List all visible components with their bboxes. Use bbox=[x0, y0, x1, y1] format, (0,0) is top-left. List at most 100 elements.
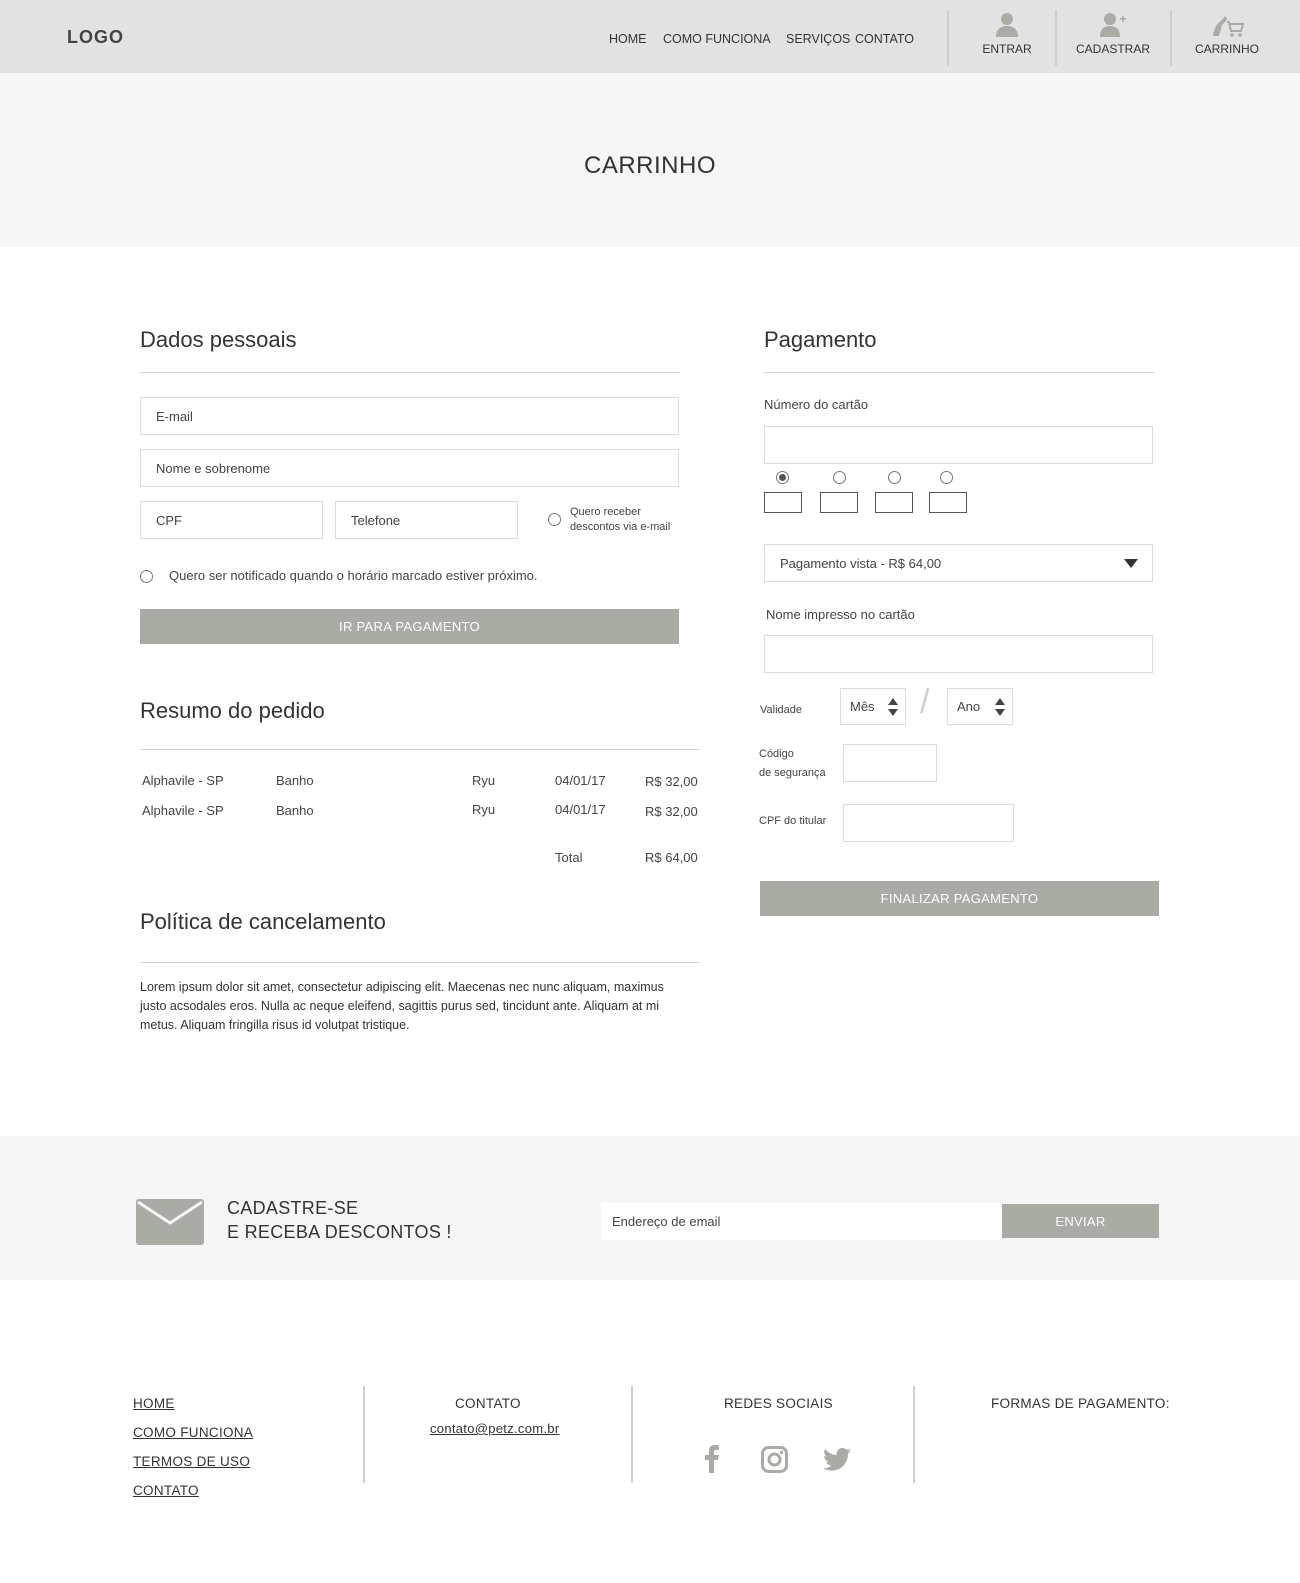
pet-cart-icon bbox=[1213, 16, 1244, 37]
cadastrar-button[interactable]: CADASTRAR bbox=[1063, 12, 1163, 62]
footer-divider bbox=[363, 1386, 365, 1483]
politica-title: Política de cancelamento bbox=[140, 909, 386, 934]
cpf-titular-input[interactable] bbox=[843, 804, 1014, 842]
dados-pessoais-title: Dados pessoais bbox=[140, 327, 297, 352]
ano-select[interactable]: Ano bbox=[947, 688, 1013, 725]
stepper-arrows-icon bbox=[995, 698, 1005, 716]
row-local: Alphavile - SP bbox=[142, 773, 224, 788]
facebook-icon[interactable] bbox=[703, 1445, 721, 1473]
row-valor: R$ 32,00 bbox=[645, 804, 698, 819]
enviar-button[interactable]: ENVIAR bbox=[1002, 1204, 1159, 1238]
carrinho-button[interactable]: CARRINHO bbox=[1177, 12, 1277, 62]
footer-divider bbox=[913, 1386, 915, 1483]
nome-cartao-input[interactable] bbox=[764, 635, 1153, 673]
codigo-label: Código de segurança bbox=[759, 745, 826, 783]
nav-servicos[interactable]: SERVIÇOS bbox=[786, 32, 850, 46]
ir-pagamento-button[interactable]: IR PARA PAGAMENTO bbox=[140, 609, 679, 644]
page-title: CARRINHO bbox=[583, 152, 716, 179]
codigo-label-line2: de segurança bbox=[759, 767, 826, 779]
ano-value: Ano bbox=[957, 699, 981, 714]
nav-como-funciona[interactable]: COMO FUNCIONA bbox=[663, 32, 771, 46]
nome-placeholder: Nome e sobrenome bbox=[156, 460, 271, 476]
logo[interactable]: LOGO bbox=[67, 27, 124, 48]
card-brand-radio[interactable] bbox=[940, 471, 953, 484]
row-servico: Banho bbox=[276, 773, 314, 788]
descontos-label-line2: descontos via e-mail bbox=[570, 521, 671, 533]
footer-contato-email[interactable]: contato@petz.com.br bbox=[430, 1421, 559, 1436]
finalizar-pagamento-button[interactable]: FINALIZAR PAGAMENTO bbox=[760, 881, 1159, 916]
card-brand-radio[interactable] bbox=[888, 471, 901, 484]
telefone-input[interactable]: Telefone bbox=[335, 501, 518, 539]
total-value: R$ 64,00 bbox=[645, 850, 698, 865]
row-data: 04/01/17 bbox=[555, 773, 606, 788]
newsletter-line2: E RECEBA DESCONTOS ! bbox=[227, 1222, 452, 1242]
numero-cartao-input[interactable] bbox=[764, 426, 1153, 464]
card-brand-radio[interactable] bbox=[833, 471, 846, 484]
footer-link-termos[interactable]: TERMOS DE USO bbox=[133, 1454, 250, 1469]
email-placeholder: E-mail bbox=[156, 408, 193, 424]
card-brand-logo[interactable] bbox=[929, 492, 967, 513]
telefone-placeholder: Telefone bbox=[351, 512, 401, 528]
descontos-radio[interactable] bbox=[548, 513, 561, 526]
footer-link-home[interactable]: HOME bbox=[133, 1396, 175, 1411]
row-servico: Banho bbox=[276, 803, 314, 818]
header-divider bbox=[947, 10, 949, 66]
total-label: Total bbox=[555, 850, 583, 865]
carrinho-label: CARRINHO bbox=[1194, 42, 1259, 56]
entrar-label: ENTRAR bbox=[982, 42, 1032, 56]
pagamento-title: Pagamento bbox=[764, 327, 877, 352]
footer-divider bbox=[631, 1386, 633, 1483]
parcelamento-select[interactable]: Pagamento vista - R$ 64,00 bbox=[764, 544, 1153, 582]
codigo-seguranca-input[interactable] bbox=[843, 744, 937, 782]
validade-separator: / bbox=[920, 683, 930, 721]
row-data: 04/01/17 bbox=[555, 802, 606, 817]
card-brand-logo[interactable] bbox=[764, 492, 802, 513]
divider bbox=[764, 372, 1154, 373]
nav-contato[interactable]: CONTATO bbox=[855, 32, 914, 46]
email-input[interactable]: E-mail bbox=[140, 397, 679, 435]
card-brand-logo[interactable] bbox=[820, 492, 858, 513]
politica-text: Lorem ipsum dolor sit amet, consectetur … bbox=[140, 980, 664, 1032]
parcelamento-value: Pagamento vista - R$ 64,00 bbox=[780, 555, 942, 571]
add-user-icon bbox=[1100, 13, 1126, 37]
stepper-arrows-icon bbox=[888, 698, 898, 716]
notificar-label: Quero ser notificado quando o horário ma… bbox=[169, 568, 538, 583]
cpf-placeholder: CPF bbox=[156, 512, 182, 528]
divider bbox=[140, 749, 700, 750]
validade-label: Validade bbox=[760, 704, 802, 716]
newsletter-line1: CADASTRE-SE bbox=[227, 1198, 359, 1218]
card-brand-radio[interactable] bbox=[776, 471, 789, 484]
numero-cartao-label: Número do cartão bbox=[764, 397, 869, 412]
twitter-icon[interactable] bbox=[823, 1448, 851, 1471]
footer-formas-title: FORMAS DE PAGAMENTO: bbox=[991, 1396, 1170, 1411]
divider bbox=[140, 962, 700, 963]
card-brand-logo[interactable] bbox=[875, 492, 913, 513]
notificar-radio[interactable] bbox=[140, 570, 153, 583]
nav-home[interactable]: HOME bbox=[609, 32, 647, 46]
caret-down-icon bbox=[1124, 559, 1138, 568]
instagram-icon[interactable] bbox=[761, 1446, 788, 1473]
entrar-button[interactable]: ENTRAR bbox=[957, 12, 1057, 62]
footer-link-como-funciona[interactable]: COMO FUNCIONA bbox=[133, 1425, 253, 1440]
header-divider bbox=[1170, 10, 1172, 66]
mes-select[interactable]: Mês bbox=[840, 688, 906, 725]
row-pet: Ryu bbox=[472, 773, 496, 788]
nome-input[interactable]: Nome e sobrenome bbox=[140, 449, 679, 487]
cpf-input[interactable]: CPF bbox=[140, 501, 323, 539]
user-icon bbox=[996, 13, 1018, 37]
descontos-label-line1: Quero receber bbox=[570, 506, 641, 518]
cadastrar-label: CADASTRAR bbox=[1075, 42, 1150, 56]
row-valor: R$ 32,00 bbox=[645, 774, 698, 789]
nome-cartao-label: Nome impresso no cartão bbox=[766, 607, 915, 622]
footer-redes-title: REDES SOCIAIS bbox=[724, 1396, 833, 1411]
row-local: Alphavile - SP bbox=[142, 803, 224, 818]
mes-value: Mês bbox=[850, 699, 875, 714]
newsletter-email-placeholder: Endereço de email bbox=[612, 1214, 721, 1229]
envelope-icon bbox=[136, 1199, 204, 1245]
newsletter-email-input[interactable]: Endereço de email bbox=[601, 1203, 1001, 1240]
divider bbox=[140, 372, 680, 373]
cpf-titular-label: CPF do titular bbox=[759, 815, 827, 827]
row-pet: Ryu bbox=[472, 802, 496, 817]
resumo-title: Resumo do pedido bbox=[140, 698, 325, 723]
footer-link-contato[interactable]: CONTATO bbox=[133, 1483, 199, 1498]
